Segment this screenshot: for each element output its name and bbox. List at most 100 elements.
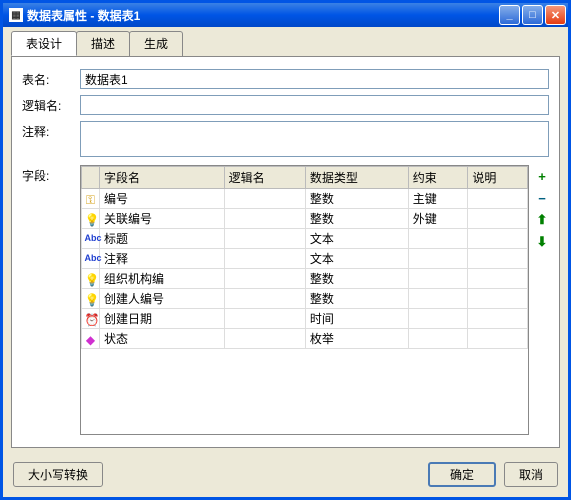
text-icon: Abc [85,233,97,245]
tab-design[interactable]: 表设计 [11,31,77,56]
cell-logical-name[interactable] [224,269,305,289]
ok-button[interactable]: 确定 [428,462,496,487]
content-panel: 表名: 逻辑名: 注释: 字段: 字段名 逻辑名 数据类型 [11,56,560,448]
table-row[interactable]: Abc注释 文本 [82,249,528,269]
comment-input[interactable] [80,121,549,157]
cell-data-type[interactable]: 整数 [305,289,408,309]
row-icon-cell: ◆ [82,329,100,349]
fields-label: 字段: [22,165,80,184]
cell-description[interactable] [468,329,528,349]
table-row[interactable]: ⏰创建日期 时间 [82,309,528,329]
remove-row-button[interactable]: − [535,191,549,205]
cell-field-name[interactable]: 组织机构编 [100,269,225,289]
cell-logical-name[interactable] [224,289,305,309]
cell-constraint[interactable] [408,229,468,249]
fields-table: 字段名 逻辑名 数据类型 约束 说明 ⚿编号整数主键💡关联编号整数外键Abc标题… [81,166,528,349]
footer: 大小写转换 确定 取消 [3,456,568,497]
cell-logical-name[interactable] [224,209,305,229]
col-field-name[interactable]: 字段名 [100,167,225,189]
clock-icon: ⏰ [85,313,97,325]
cell-constraint[interactable]: 主键 [408,189,468,209]
row-icon-cell: Abc [82,229,100,249]
cell-logical-name[interactable] [224,249,305,269]
col-description[interactable]: 说明 [468,167,528,189]
col-logical-name[interactable]: 逻辑名 [224,167,305,189]
cell-field-name[interactable]: 关联编号 [100,209,225,229]
titlebar: ▦ 数据表属性 - 数据表1 _ □ ✕ [3,3,568,27]
bulb-icon: 💡 [85,273,97,285]
dialog-window: ▦ 数据表属性 - 数据表1 _ □ ✕ 表设计 描述 生成 表名: 逻辑名: … [0,0,571,500]
table-row[interactable]: Abc标题 文本 [82,229,528,249]
logical-name-input[interactable] [80,95,549,115]
cancel-button[interactable]: 取消 [504,462,558,487]
move-down-button[interactable]: ⬇ [535,235,549,249]
add-row-button[interactable]: + [535,169,549,183]
cell-field-name[interactable]: 注释 [100,249,225,269]
bulb-icon: 💡 [85,213,97,225]
table-row[interactable]: ⚿编号 整数主键 [82,189,528,209]
row-controls: + − ⬆ ⬇ [535,165,549,249]
cell-field-name[interactable]: 标题 [100,229,225,249]
tab-description[interactable]: 描述 [76,31,130,56]
table-name-input[interactable] [80,69,549,89]
cell-data-type[interactable]: 文本 [305,229,408,249]
cell-data-type[interactable]: 文本 [305,249,408,269]
cell-description[interactable] [468,249,528,269]
diamond-icon: ◆ [85,333,97,345]
cell-constraint[interactable] [408,309,468,329]
comment-label: 注释: [22,121,80,140]
app-icon: ▦ [9,8,23,22]
move-up-button[interactable]: ⬆ [535,213,549,227]
table-row[interactable]: 💡关联编号 整数外键 [82,209,528,229]
cell-constraint[interactable] [408,329,468,349]
table-row[interactable]: 💡组织机构编 整数 [82,269,528,289]
cell-logical-name[interactable] [224,309,305,329]
col-data-type[interactable]: 数据类型 [305,167,408,189]
close-button[interactable]: ✕ [545,5,566,25]
table-row[interactable]: 💡创建人编号 整数 [82,289,528,309]
cell-data-type[interactable]: 枚举 [305,329,408,349]
cell-data-type[interactable]: 整数 [305,189,408,209]
cell-field-name[interactable]: 创建日期 [100,309,225,329]
row-icon-cell: ⏰ [82,309,100,329]
cell-constraint[interactable] [408,249,468,269]
minimize-button[interactable]: _ [499,5,520,25]
window-controls: _ □ ✕ [499,5,566,25]
cell-data-type[interactable]: 时间 [305,309,408,329]
cell-constraint[interactable]: 外键 [408,209,468,229]
tab-bar: 表设计 描述 生成 [3,27,568,56]
bulb-icon: 💡 [85,293,97,305]
table-name-label: 表名: [22,69,80,88]
cell-field-name[interactable]: 状态 [100,329,225,349]
row-icon-cell: 💡 [82,269,100,289]
cell-logical-name[interactable] [224,329,305,349]
cell-logical-name[interactable] [224,189,305,209]
cell-description[interactable] [468,209,528,229]
cell-data-type[interactable]: 整数 [305,269,408,289]
cell-description[interactable] [468,229,528,249]
cell-description[interactable] [468,309,528,329]
cell-description[interactable] [468,269,528,289]
key-icon: ⚿ [85,193,97,205]
cell-field-name[interactable]: 编号 [100,189,225,209]
text-icon: Abc [85,253,97,265]
row-icon-cell: Abc [82,249,100,269]
fields-table-wrap: 字段名 逻辑名 数据类型 约束 说明 ⚿编号整数主键💡关联编号整数外键Abc标题… [80,165,529,435]
case-convert-button[interactable]: 大小写转换 [13,462,103,487]
col-icon [82,167,100,189]
cell-data-type[interactable]: 整数 [305,209,408,229]
cell-constraint[interactable] [408,269,468,289]
tab-generate[interactable]: 生成 [129,31,183,56]
col-constraint[interactable]: 约束 [408,167,468,189]
cell-logical-name[interactable] [224,229,305,249]
row-icon-cell: 💡 [82,209,100,229]
window-title: 数据表属性 - 数据表1 [27,7,499,24]
maximize-button[interactable]: □ [522,5,543,25]
logical-name-label: 逻辑名: [22,95,80,114]
cell-description[interactable] [468,189,528,209]
cell-constraint[interactable] [408,289,468,309]
row-icon-cell: 💡 [82,289,100,309]
cell-description[interactable] [468,289,528,309]
cell-field-name[interactable]: 创建人编号 [100,289,225,309]
table-row[interactable]: ◆状态 枚举 [82,329,528,349]
